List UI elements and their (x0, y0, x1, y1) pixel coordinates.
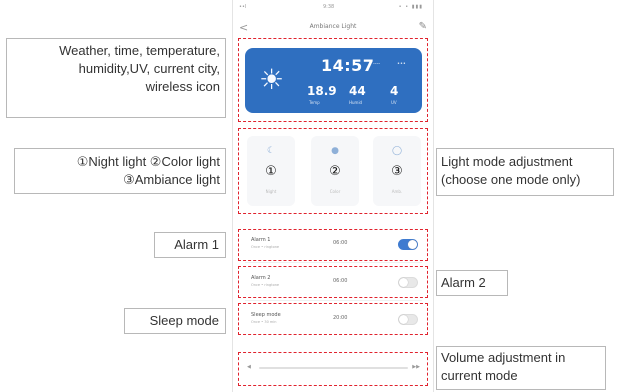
modes-note: ①Night light ②Color light ③Ambiance ligh… (14, 148, 226, 194)
nav-bar: < Ambiance Light ✎ (233, 20, 433, 36)
alarm-2-note: Alarm 2 (436, 270, 508, 296)
note-line: Sleep mode (149, 313, 219, 328)
note-line: ③Ambiance light (123, 172, 220, 187)
back-button[interactable]: < (239, 21, 248, 34)
status-icons: • • ▮▮▮ (398, 4, 423, 10)
note-line: wireless icon (145, 79, 220, 94)
note-line: Alarm 2 (441, 275, 486, 290)
sleep-highlight (238, 303, 428, 335)
divider (245, 300, 422, 301)
status-time: 9:38 (323, 4, 335, 10)
page-title: Ambiance Light (309, 23, 357, 30)
divider (245, 262, 422, 263)
sleep-mode-note: Sleep mode (124, 308, 226, 334)
note-line: Light mode adjustment (441, 154, 573, 169)
weather-highlight (238, 38, 428, 122)
volume-highlight (238, 352, 428, 386)
note-line: Alarm 1 (174, 237, 219, 252)
volume-note: Volume adjustment in current mode (436, 346, 606, 390)
note-line: Weather, time, temperature, (59, 43, 220, 58)
signal-indicator: ••l (239, 4, 247, 10)
weather-note: Weather, time, temperature, humidity,UV,… (6, 38, 226, 118)
note-line: humidity,UV, current city, (78, 61, 220, 76)
pencil-icon[interactable]: ✎ (419, 21, 427, 32)
note-line: current mode (441, 368, 518, 383)
alarm-2-highlight (238, 266, 428, 298)
note-line: (choose one mode only) (441, 172, 581, 187)
modes-highlight (238, 128, 428, 214)
note-line: ①Night light ②Color light (76, 154, 220, 169)
note-line: Volume adjustment in (441, 350, 566, 365)
status-bar: ••l 9:38 • • ▮▮▮ (233, 2, 433, 12)
alarm-1-highlight (238, 229, 428, 261)
light-mode-note: Light mode adjustment (choose one mode o… (436, 148, 614, 196)
alarm-1-note: Alarm 1 (154, 232, 226, 258)
